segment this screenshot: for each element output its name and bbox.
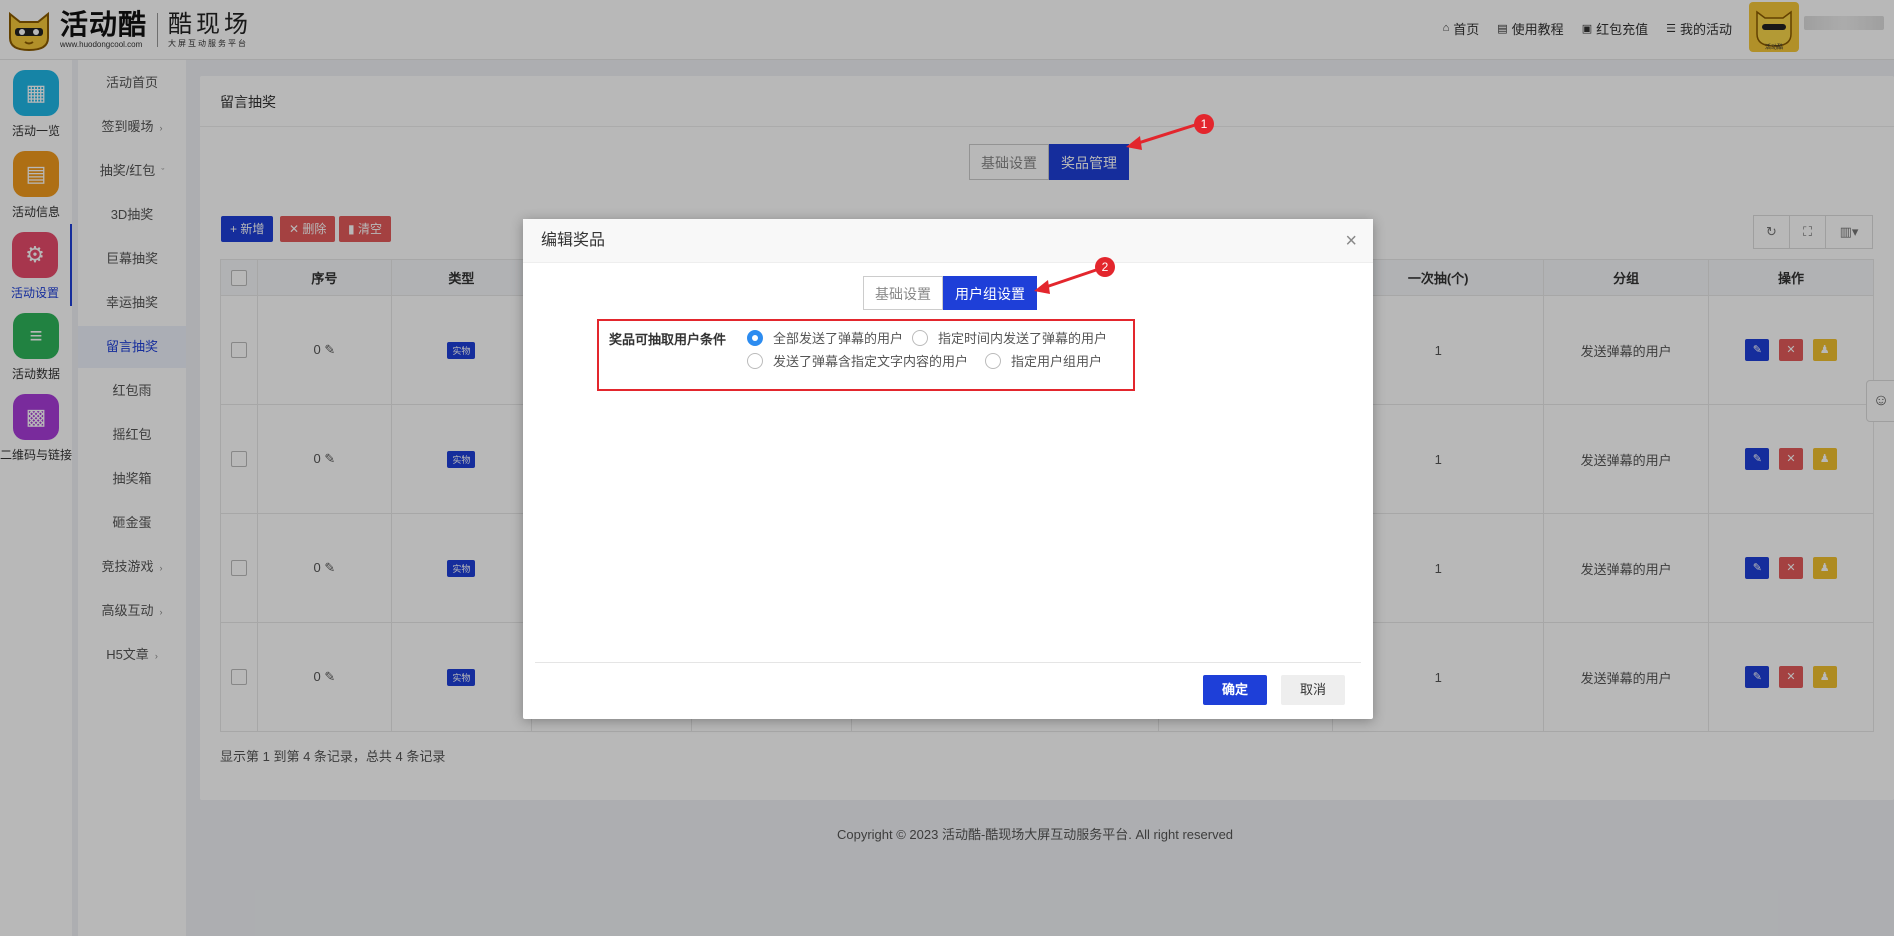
annotation-arrowhead-1 (1126, 136, 1142, 150)
annotation-badge-1: 1 (1194, 114, 1214, 134)
annotation-badge-2: 2 (1095, 257, 1115, 277)
annotation-arrowhead-2 (1034, 280, 1050, 294)
annotation-layer (1034, 123, 1196, 294)
annotation-arrow-1 (1131, 123, 1196, 147)
